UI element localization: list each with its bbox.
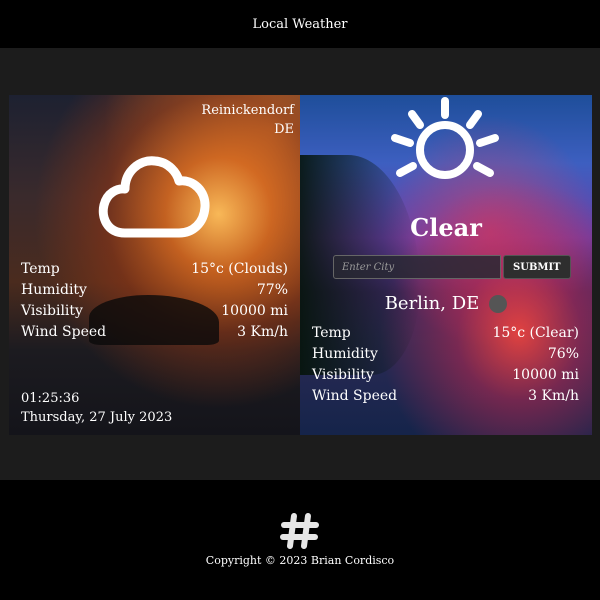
cloud-icon (98, 156, 210, 238)
stat-label: Humidity (21, 282, 87, 298)
stat-row-visibility: Visibility 10000 mi (312, 365, 579, 386)
datetime: 01:25:36 Thursday, 27 July 2023 (21, 389, 172, 427)
hashtag-icon[interactable] (280, 512, 320, 550)
copyright-text: Copyright © 2023 Brian Cordisco (205, 554, 395, 567)
header-bar: Local Weather (0, 0, 600, 48)
location-country: DE (274, 122, 294, 137)
stat-value: 15°c (Clear) (492, 325, 579, 341)
stat-label: Visibility (21, 303, 83, 319)
stat-row-wind-speed: Wind Speed 3 Km/h (312, 386, 579, 407)
stat-row-visibility: Visibility 10000 mi (21, 301, 288, 322)
location-label: Reinickendorf DE (201, 101, 294, 139)
search-stats: Temp 15°c (Clear) Humidity 76% Visibility 1… (312, 323, 579, 407)
stat-label: Wind Speed (312, 388, 398, 404)
stat-label: Humidity (312, 346, 378, 362)
page-title: Local Weather (252, 16, 348, 32)
stat-value: 3 Km/h (237, 324, 288, 340)
stat-value: 3 Km/h (528, 388, 579, 404)
stat-value: 76% (547, 346, 579, 362)
status-dot (489, 294, 508, 313)
stat-row-wind-speed: Wind Speed 3 Km/h (21, 322, 288, 343)
sun-icon (391, 97, 499, 179)
search-weather-card: Clear SUBMIT Berlin, DE Temp 15°c (Clear)… (300, 95, 592, 435)
stat-value: 10000 mi (221, 303, 288, 319)
stat-value: 10000 mi (512, 367, 579, 383)
weather-condition: Clear (410, 213, 482, 242)
clock-time: 01:25:36 (21, 391, 80, 406)
stat-row-temp: Temp 15°c (Clear) (312, 323, 579, 344)
current-date: Thursday, 27 July 2023 (21, 410, 173, 425)
city-row: Berlin, DE (300, 293, 592, 314)
local-stats: Temp 15°c (Clouds) Humidity 77% Visibility… (21, 259, 288, 343)
stat-row-humidity: Humidity 76% (312, 344, 579, 365)
stat-row-humidity: Humidity 77% (21, 280, 288, 301)
city-search-input[interactable] (333, 255, 501, 279)
stat-label: Visibility (312, 367, 374, 383)
stat-label: Wind Speed (21, 324, 107, 340)
stat-row-temp: Temp 15°c (Clouds) (21, 259, 288, 280)
submit-button[interactable]: SUBMIT (503, 255, 571, 279)
stat-label: Temp (21, 261, 60, 277)
local-weather-card: Reinickendorf DE Temp 15°c (Clouds) Humid… (9, 95, 300, 435)
stat-label: Temp (312, 325, 351, 341)
city-search-form: SUBMIT (333, 255, 571, 279)
location-city: Reinickendorf (201, 103, 294, 118)
stat-value: 77% (256, 282, 288, 298)
stat-value: 15°c (Clouds) (191, 261, 288, 277)
city-name: Berlin, DE (384, 293, 480, 314)
